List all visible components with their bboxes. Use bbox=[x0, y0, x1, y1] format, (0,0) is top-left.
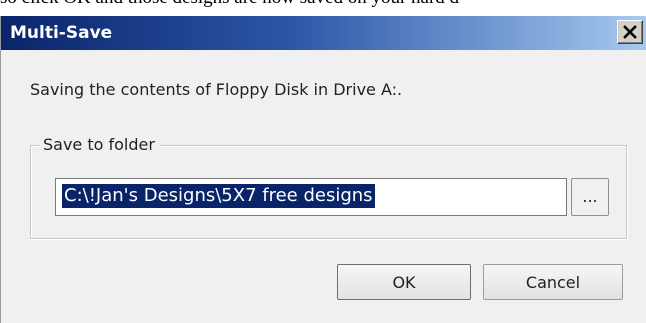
browse-button[interactable]: ... bbox=[571, 178, 609, 216]
dialog-message: Saving the contents of Floppy Disk in Dr… bbox=[30, 80, 403, 99]
cancel-button[interactable]: Cancel bbox=[483, 264, 623, 300]
group-label: Save to folder bbox=[39, 134, 159, 156]
close-button[interactable] bbox=[617, 20, 643, 44]
multi-save-dialog: Multi-Save Saving the contents of Floppy… bbox=[0, 16, 646, 323]
folder-path-input[interactable]: C:\!Jan's Designs\5X7 free designs bbox=[55, 178, 567, 216]
folder-path-value: C:\!Jan's Designs\5X7 free designs bbox=[62, 184, 375, 208]
save-to-folder-group: Save to folder C:\!Jan's Designs\5X7 fre… bbox=[30, 134, 627, 239]
dialog-title: Multi-Save bbox=[10, 23, 113, 43]
close-icon bbox=[623, 25, 637, 39]
ok-button[interactable]: OK bbox=[337, 264, 471, 300]
background-document-text: so click OK and those designs are now sa… bbox=[0, 0, 646, 9]
dialog-titlebar[interactable]: Multi-Save bbox=[1, 16, 646, 50]
